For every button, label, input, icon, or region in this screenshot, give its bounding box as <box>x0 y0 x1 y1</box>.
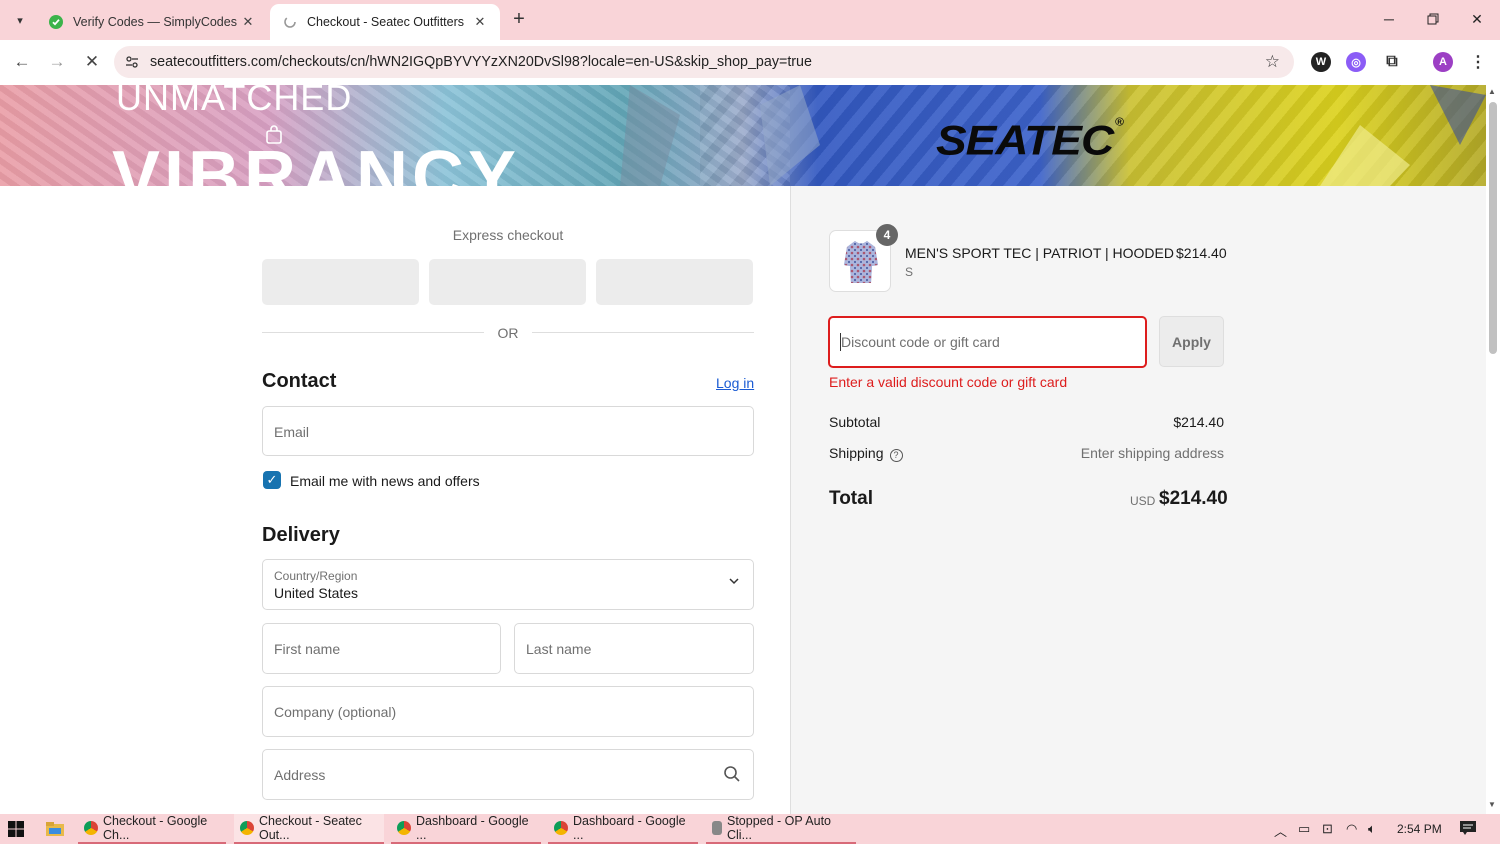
or-divider: OR <box>262 323 754 343</box>
address-field[interactable]: Address <box>262 749 754 800</box>
close-tab-icon[interactable]: ✕ <box>472 14 488 30</box>
shipping-label: Shipping <box>829 445 884 461</box>
last-name-field[interactable]: Last name <box>514 623 754 674</box>
file-explorer-icon[interactable] <box>46 821 64 837</box>
discount-code-input[interactable]: Discount code or gift card <box>828 316 1147 368</box>
header-banner: UNMATCHED VIBRANCY SEATEC ® <box>0 85 1486 186</box>
quantity-badge: 4 <box>876 224 898 246</box>
news-checkbox-label: Email me with news and offers <box>290 473 480 489</box>
browser-toolbar: ← → ✕ seatecoutfitters.com/checkouts/cn/… <box>0 40 1500 85</box>
subtotal-value: $214.40 <box>1173 414 1224 430</box>
checkout-form-column: Express checkout OR Contact Log in Email… <box>0 186 791 814</box>
chrome-icon <box>397 821 411 835</box>
extension-w-icon[interactable]: W <box>1311 52 1331 72</box>
minimize-icon[interactable]: ─ <box>1366 0 1412 38</box>
url-text: seatecoutfitters.com/checkouts/cn/hWN2IG… <box>150 54 812 70</box>
volume-icon[interactable]: 🔈︎ <box>1368 821 1376 837</box>
total-label: Total <box>829 488 873 509</box>
delivery-heading: Delivery <box>262 524 340 546</box>
chevron-down-icon <box>729 574 739 588</box>
email-field[interactable]: Email <box>262 406 754 456</box>
scrollbar-thumb[interactable] <box>1489 102 1497 354</box>
seatec-logo[interactable]: SEATEC ® <box>936 116 1124 165</box>
tray-chevron-up-icon[interactable]: ︿ <box>1274 821 1287 840</box>
tab-search-icon[interactable]: ▾ <box>8 8 32 32</box>
scroll-up-icon[interactable]: ▲ <box>1488 87 1496 96</box>
express-checkout-label: Express checkout <box>452 227 564 243</box>
order-summary: 4 MEN'S SPORT TEC | PATRIOT | HOODED S $… <box>791 186 1486 814</box>
chrome-icon <box>554 821 568 835</box>
shopping-bag-icon[interactable] <box>264 125 284 145</box>
checkout-page: UNMATCHED VIBRANCY SEATEC ® Express check… <box>0 85 1486 814</box>
tab-checkout[interactable]: Checkout - Seatec Outfitters ✕ <box>270 4 500 40</box>
tab-strip: ▾ Verify Codes — SimplyCodes ✕ Checkout … <box>0 0 1500 40</box>
battery-icon[interactable]: ▭ <box>1298 821 1310 837</box>
extension-purple-icon[interactable]: ◎ <box>1346 52 1366 72</box>
forward-arrow-icon[interactable]: → <box>45 50 69 74</box>
help-icon[interactable]: ? <box>889 449 903 462</box>
apply-button[interactable]: Apply <box>1159 316 1224 367</box>
stop-loading-icon[interactable]: ✕ <box>80 50 104 74</box>
windows-taskbar: Checkout - Google Ch... Checkout - Seate… <box>0 814 1500 844</box>
taskbar-item[interactable]: Dashboard - Google ... <box>548 814 698 844</box>
banner-star-shape <box>1320 85 1486 186</box>
express-pay-button-2[interactable] <box>429 259 586 305</box>
wifi-icon[interactable]: ◠ <box>1346 821 1357 837</box>
mouse-icon <box>712 821 722 835</box>
more-menu-icon[interactable]: ⋮ <box>1468 52 1488 72</box>
bookmark-star-icon[interactable]: ☆ <box>1265 52 1280 72</box>
taskbar-item[interactable]: Checkout - Google Ch... <box>78 814 226 844</box>
shipping-row: Shipping? <box>829 445 903 462</box>
device-icon[interactable]: ⊡ <box>1322 821 1333 837</box>
tab-title: Verify Codes — SimplyCodes <box>73 15 237 29</box>
site-info-icon[interactable] <box>114 55 150 69</box>
taskbar-clock[interactable]: 2:54 PM <box>1397 822 1442 836</box>
profile-avatar[interactable]: A <box>1433 52 1453 72</box>
contact-heading: Contact <box>262 370 337 392</box>
product-variant: S <box>905 265 914 279</box>
extensions-puzzle-icon[interactable]: ⧉ <box>1382 52 1402 72</box>
discount-error-message: Enter a valid discount code or gift card <box>829 374 1068 390</box>
express-pay-button-3[interactable] <box>596 259 753 305</box>
page-scrollbar[interactable]: ▲ ▼ <box>1486 85 1500 814</box>
hoodie-image <box>844 241 878 283</box>
first-name-field[interactable]: First name <box>262 623 501 674</box>
total-value: $214.40 <box>1159 488 1228 509</box>
close-window-icon[interactable]: ✕ <box>1454 0 1500 38</box>
back-arrow-icon[interactable]: ← <box>10 50 34 74</box>
company-field[interactable]: Company (optional) <box>262 686 754 737</box>
banner-headline-top: UNMATCHED <box>116 85 353 118</box>
tab-title: Checkout - Seatec Outfitters <box>307 15 465 29</box>
restore-icon[interactable] <box>1410 0 1456 38</box>
scroll-down-icon[interactable]: ▼ <box>1488 800 1496 809</box>
chrome-icon <box>84 821 98 835</box>
close-tab-icon[interactable]: ✕ <box>240 14 256 30</box>
address-bar[interactable]: seatecoutfitters.com/checkouts/cn/hWN2IG… <box>114 46 1294 78</box>
product-name: MEN'S SPORT TEC | PATRIOT | HOODED <box>905 245 1174 261</box>
tab-simplycodes[interactable]: Verify Codes — SimplyCodes ✕ <box>36 4 268 40</box>
windows-start-icon[interactable] <box>8 821 24 837</box>
simplycodes-favicon-icon <box>48 14 64 30</box>
subtotal-label: Subtotal <box>829 414 881 430</box>
express-pay-button-1[interactable] <box>262 259 419 305</box>
banner-shapes <box>620 85 820 186</box>
shipping-value: Enter shipping address <box>1080 445 1224 461</box>
loading-favicon-icon <box>282 14 298 30</box>
taskbar-item[interactable]: Dashboard - Google ... <box>391 814 541 844</box>
country-select[interactable]: Country/Region United States <box>262 559 754 610</box>
news-checkbox[interactable]: ✓ <box>263 471 281 489</box>
product-price: $214.40 <box>1176 245 1227 261</box>
taskbar-item[interactable]: Checkout - Seatec Out... <box>234 814 384 844</box>
total-currency: USD <box>1130 494 1156 508</box>
notifications-icon[interactable] <box>1460 821 1476 838</box>
search-icon[interactable] <box>723 765 741 783</box>
taskbar-item[interactable]: Stopped - OP Auto Cli... <box>706 814 856 844</box>
new-tab-button[interactable]: + <box>508 9 530 31</box>
banner-headline-bottom: VIBRANCY <box>112 141 521 186</box>
chrome-icon <box>240 821 254 835</box>
login-link[interactable]: Log in <box>716 375 754 391</box>
